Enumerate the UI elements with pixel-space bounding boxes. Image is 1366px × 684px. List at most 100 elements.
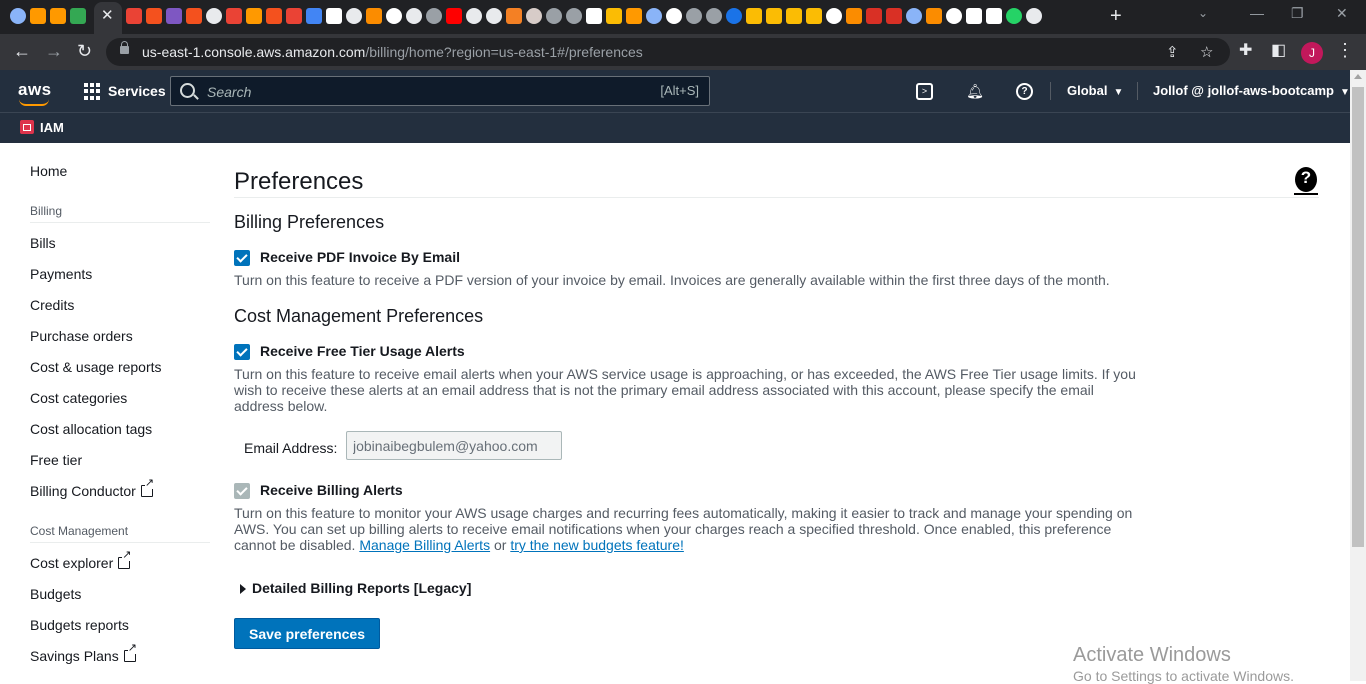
- url-text[interactable]: us-east-1.console.aws.amazon.com/billing…: [142, 44, 643, 60]
- globe-icon[interactable]: [706, 8, 722, 24]
- bookmark-star-icon[interactable]: ☆: [1200, 43, 1213, 61]
- github-icon[interactable]: [346, 8, 362, 24]
- manage-billing-alerts-link[interactable]: Manage Billing Alerts: [359, 537, 490, 553]
- google-icon[interactable]: [946, 8, 962, 24]
- search-input[interactable]: [205, 81, 629, 103]
- medium-icon[interactable]: [966, 8, 982, 24]
- lock-icon[interactable]: [120, 41, 129, 54]
- chrome-icon[interactable]: [646, 8, 662, 24]
- globe-icon[interactable]: [426, 8, 442, 24]
- sidebar-item-credits[interactable]: Credits: [30, 297, 74, 313]
- orange-icon[interactable]: [846, 8, 862, 24]
- github-icon[interactable]: [486, 8, 502, 24]
- google-icon[interactable]: [826, 8, 842, 24]
- window-close-icon[interactable]: ✕: [1336, 5, 1348, 22]
- extensions-puzzle-icon[interactable]: ✚: [1239, 40, 1252, 60]
- aws-logo[interactable]: aws: [18, 80, 52, 106]
- chrome-icon[interactable]: [906, 8, 922, 24]
- sidebar-item-free-tier[interactable]: Free tier: [30, 452, 82, 468]
- console-search[interactable]: [Alt+S]: [170, 76, 710, 106]
- forward-icon[interactable]: →: [45, 40, 63, 62]
- side-panel-icon[interactable]: ◧: [1271, 40, 1286, 60]
- billing-alerts-label[interactable]: Receive Billing Alerts: [260, 482, 403, 498]
- gmail-icon[interactable]: [226, 8, 242, 24]
- sidebar-item-billing-conductor[interactable]: Billing Conductor: [30, 478, 155, 499]
- notifications-bell-icon[interactable]: 🔔︎: [966, 82, 984, 100]
- sidebar-item-cost-categories[interactable]: Cost categories: [30, 390, 127, 406]
- account-menu[interactable]: Jollof @ jollof-aws-bootcamp ▼: [1153, 83, 1350, 98]
- reload-icon[interactable]: ↻: [77, 40, 92, 62]
- red-icon[interactable]: [886, 8, 902, 24]
- medium-icon[interactable]: [986, 8, 1002, 24]
- sidebar-item-payments[interactable]: Payments: [30, 266, 92, 282]
- box-icon[interactable]: [606, 8, 622, 24]
- pdf-invoice-checkbox[interactable]: [234, 250, 250, 266]
- chrome-icon[interactable]: [10, 8, 26, 24]
- amazon-icon[interactable]: [246, 8, 262, 24]
- save-preferences-button[interactable]: Save preferences: [234, 618, 380, 649]
- iam-shortcut[interactable]: IAM: [40, 120, 64, 135]
- browser-menu-icon[interactable]: ⋮: [1336, 40, 1354, 61]
- sidebar-item-cost-allocation-tags[interactable]: Cost allocation tags: [30, 421, 152, 437]
- gmail-icon[interactable]: [126, 8, 142, 24]
- medium-icon[interactable]: [586, 8, 602, 24]
- help-icon[interactable]: ?: [1016, 83, 1033, 100]
- asterisk-icon[interactable]: [866, 8, 882, 24]
- whatsapp-icon[interactable]: [1006, 8, 1022, 24]
- profile-avatar[interactable]: J: [1301, 42, 1323, 64]
- sidebar-item-cost-explorer[interactable]: Cost explorer: [30, 550, 132, 571]
- orange-icon[interactable]: [926, 8, 942, 24]
- share-icon[interactable]: ⇪: [1166, 43, 1179, 61]
- new-tab-button[interactable]: +: [1110, 5, 1122, 27]
- free-tier-alerts-checkbox[interactable]: [234, 344, 250, 360]
- onepassword-icon[interactable]: [726, 8, 742, 24]
- sidebar-item-budgets[interactable]: Budgets: [30, 586, 81, 602]
- region-selector[interactable]: Global ▼: [1067, 83, 1123, 98]
- try-budgets-link[interactable]: try the new budgets feature!: [510, 537, 684, 553]
- sidebar-item-budgets-reports[interactable]: Budgets reports: [30, 617, 129, 633]
- github-icon[interactable]: [406, 8, 422, 24]
- help-circle-icon[interactable]: ?: [1294, 167, 1318, 195]
- box-icon[interactable]: [786, 8, 802, 24]
- billing-alerts-checkbox[interactable]: [234, 483, 250, 499]
- orange-icon[interactable]: [366, 8, 382, 24]
- globe-icon[interactable]: [686, 8, 702, 24]
- scroll-up-arrow-icon[interactable]: [1354, 74, 1362, 79]
- amazon-icon[interactable]: [30, 8, 46, 24]
- github-icon[interactable]: [206, 8, 222, 24]
- tree-icon[interactable]: [70, 8, 86, 24]
- google-icon[interactable]: [386, 8, 402, 24]
- pdf-invoice-label[interactable]: Receive PDF Invoice By Email: [260, 249, 460, 265]
- google-icon[interactable]: [666, 8, 682, 24]
- box-icon[interactable]: [746, 8, 762, 24]
- minimize-icon[interactable]: —: [1250, 5, 1264, 21]
- address-bar[interactable]: us-east-1.console.aws.amazon.com/billing…: [106, 38, 1230, 66]
- globe-icon[interactable]: [566, 8, 582, 24]
- sidebar-item-bills[interactable]: Bills: [30, 235, 56, 251]
- docs-icon[interactable]: [306, 8, 322, 24]
- services-grid-icon[interactable]: [84, 83, 101, 100]
- sidebar-item-savings-plans[interactable]: Savings Plans: [30, 643, 137, 664]
- email-address-field[interactable]: [346, 431, 562, 460]
- chart-icon[interactable]: [186, 8, 202, 24]
- sidebar-item-purchase-orders[interactable]: Purchase orders: [30, 328, 133, 344]
- youtube-icon[interactable]: [446, 8, 462, 24]
- back-icon[interactable]: ←: [13, 40, 31, 62]
- box-icon[interactable]: [806, 8, 822, 24]
- tab-search-icon[interactable]: ⌄: [1198, 6, 1208, 20]
- page-scrollbar[interactable]: [1350, 70, 1366, 681]
- detailed-billing-reports-expander[interactable]: Detailed Billing Reports [Legacy]: [240, 580, 471, 596]
- wikipedia-icon[interactable]: [326, 8, 342, 24]
- restore-icon[interactable]: ❐: [1291, 5, 1304, 22]
- chart-icon[interactable]: [146, 8, 162, 24]
- purple-icon[interactable]: [166, 8, 182, 24]
- tab-close-icon[interactable]: ✕: [101, 8, 114, 24]
- stack-icon[interactable]: [506, 8, 522, 24]
- sidebar-item-cost-usage-reports[interactable]: Cost & usage reports: [30, 359, 162, 375]
- cloudshell-icon[interactable]: >: [916, 83, 933, 100]
- services-menu[interactable]: Services: [108, 83, 166, 99]
- github-icon[interactable]: [1026, 8, 1042, 24]
- avatar-icon[interactable]: [526, 8, 542, 24]
- amazon-icon[interactable]: [50, 8, 66, 24]
- globe-icon[interactable]: [546, 8, 562, 24]
